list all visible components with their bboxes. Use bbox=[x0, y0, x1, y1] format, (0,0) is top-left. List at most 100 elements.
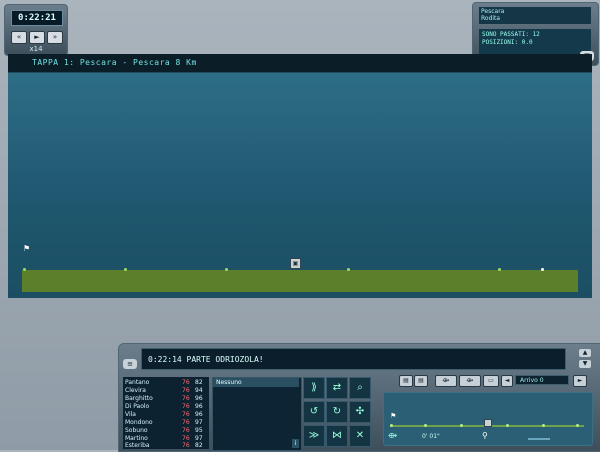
rider-value-a: 76 bbox=[182, 387, 190, 394]
rider-value-b: 82 bbox=[195, 379, 203, 386]
rider-name: Sobuno bbox=[125, 427, 148, 434]
rider-value-b: 95 bbox=[195, 427, 203, 434]
rider-name: Vila bbox=[125, 411, 136, 418]
bike-icon: ⟴ bbox=[388, 431, 398, 440]
rider-name: Di Paolo bbox=[125, 403, 150, 410]
pace-icon[interactable]: ≫ bbox=[303, 425, 325, 447]
info-message-line1: SONO PASSATI: 12 bbox=[482, 31, 540, 38]
mini-dot bbox=[506, 424, 509, 427]
race-clock: 0:22:21 bbox=[11, 10, 63, 26]
fast-forward-button[interactable]: » bbox=[47, 31, 63, 44]
rider-value-b: 94 bbox=[195, 387, 203, 394]
rider-value-a: 76 bbox=[182, 435, 190, 442]
location-box: Pescara Rodita bbox=[479, 7, 591, 24]
rider-name: Martino bbox=[125, 435, 148, 442]
map-button-a[interactable]: ▤ bbox=[399, 375, 413, 387]
team-selected[interactable]: Nessuno bbox=[213, 378, 299, 387]
location-sub: Rodita bbox=[481, 15, 501, 22]
rider-value-b: 97 bbox=[195, 419, 203, 426]
cyclist-icon: ⚲ bbox=[482, 431, 488, 440]
rider-name: Pantano bbox=[125, 379, 150, 386]
rewind-button[interactable]: « bbox=[11, 31, 27, 44]
road-dot bbox=[498, 268, 501, 271]
rider-value-a: 76 bbox=[182, 411, 190, 418]
info-icon[interactable]: i bbox=[292, 439, 299, 448]
list-item[interactable]: Martino 76 97 bbox=[125, 435, 207, 442]
chase-icon[interactable]: ⇄ bbox=[326, 377, 348, 399]
play-button[interactable]: ► bbox=[29, 31, 45, 44]
rotate-right-icon[interactable]: ↻ bbox=[326, 401, 348, 423]
command-console: ≡ 0:22:14 PARTE ODRIOZOLA! ▲ ▼ Pantano 7… bbox=[118, 343, 600, 452]
list-item[interactable]: Sobuno 76 95 bbox=[125, 427, 207, 434]
road-dot bbox=[225, 268, 228, 271]
rider-name: Barghitto bbox=[125, 395, 153, 402]
leader-dot bbox=[541, 268, 544, 271]
mini-dot bbox=[542, 424, 545, 427]
action-grid: ⟫ ⇄ ⌕ ↺ ↻ ✣ ≫ ⋈ ✕ bbox=[303, 377, 371, 449]
peloton-marker bbox=[484, 419, 492, 427]
rider-value-b: 96 bbox=[195, 395, 203, 402]
mini-time: 0' 01" bbox=[422, 433, 440, 440]
square-icon[interactable]: ▭ bbox=[483, 375, 499, 387]
mini-dot bbox=[424, 424, 427, 427]
rider-value-a: 76 bbox=[182, 419, 190, 426]
list-item[interactable]: Mondono 76 97 bbox=[125, 419, 207, 426]
stage-title: TAPPA 1: Pescara - Pescara 8 Km bbox=[32, 58, 197, 67]
list-item[interactable]: Barghitto 76 96 bbox=[125, 395, 207, 402]
mini-map[interactable]: ⚑ ⟴ 0' 01" ⚲ bbox=[383, 392, 593, 446]
road-dot bbox=[23, 268, 26, 271]
rider-value-a: 76 bbox=[182, 427, 190, 434]
rider-value-b: 97 bbox=[195, 435, 203, 442]
map-button-b[interactable]: ▤ bbox=[414, 375, 428, 387]
mini-dot bbox=[390, 424, 393, 427]
info-message-line2: POSIZIONI: 0.0 bbox=[482, 39, 533, 46]
map-panel: ▤ ▤ ⟴ ⟴ ▭ ◄ Arrivo 0 ► ⚑ ⟴ 0' 01" ⚲ bbox=[373, 371, 599, 449]
attack-icon[interactable]: ⟫ bbox=[303, 377, 325, 399]
mini-progress bbox=[528, 438, 550, 440]
peloton-marker[interactable]: ▣ bbox=[290, 258, 301, 269]
list-item[interactable]: Pantano 76 82 bbox=[125, 379, 207, 386]
list-item[interactable]: Di Paolo 76 96 bbox=[125, 403, 207, 410]
event-message: 0:22:14 PARTE ODRIOZOLA! bbox=[141, 348, 566, 370]
stage-header: TAPPA 1: Pescara - Pescara 8 Km bbox=[8, 54, 592, 73]
speed-label: x14 bbox=[29, 45, 43, 53]
start-flag-icon: ⚑ bbox=[390, 412, 397, 420]
scroll-up-icon[interactable]: ▲ bbox=[579, 349, 591, 357]
mini-dot bbox=[460, 424, 463, 427]
rider-value-a: 76 bbox=[182, 395, 190, 402]
bike-icon[interactable]: ⟴ bbox=[435, 375, 457, 387]
group-icon[interactable]: ⟴ bbox=[459, 375, 481, 387]
rider-value-b: 96 bbox=[195, 403, 203, 410]
road-dot bbox=[124, 268, 127, 271]
list-item[interactable]: Vila 76 96 bbox=[125, 411, 207, 418]
race-view: ⚑ ▣ bbox=[8, 73, 592, 298]
rider-value-a: 76 bbox=[182, 379, 190, 386]
start-flag-icon: ⚑ bbox=[23, 244, 31, 253]
location-name: Pescara bbox=[481, 8, 505, 15]
team-list[interactable]: Nessuno i bbox=[212, 377, 302, 451]
spread-icon[interactable]: ✣ bbox=[349, 401, 371, 423]
rider-value-b: 96 bbox=[195, 411, 203, 418]
cancel-icon[interactable]: ✕ bbox=[349, 425, 371, 447]
rider-value-a: 76 bbox=[182, 442, 190, 449]
rider-name: Esteriba bbox=[125, 442, 150, 449]
handshake-icon[interactable]: ⋈ bbox=[326, 425, 348, 447]
road-strip bbox=[22, 270, 578, 292]
rider-name: Mondono bbox=[125, 419, 153, 426]
list-item[interactable]: Esteriba 76 82 bbox=[125, 442, 207, 449]
clock-panel: 0:22:21 « ► » x14 bbox=[4, 4, 68, 56]
prev-arrow-icon[interactable]: ◄ bbox=[501, 375, 513, 387]
next-arrow-icon[interactable]: ► bbox=[573, 375, 587, 387]
search-icon[interactable]: ⌕ bbox=[349, 377, 371, 399]
console-toggle-icon[interactable]: ≡ bbox=[123, 359, 137, 369]
arrivo-field[interactable]: Arrivo 0 bbox=[515, 375, 569, 385]
rider-value-b: 82 bbox=[195, 442, 203, 449]
mini-dot bbox=[576, 424, 579, 427]
road-dot bbox=[347, 268, 350, 271]
rider-list: Pantano 76 82 Clevira 76 94 Barghitto 76… bbox=[123, 377, 209, 449]
rider-name: Clevira bbox=[125, 387, 146, 394]
scroll-down-icon[interactable]: ▼ bbox=[579, 360, 591, 368]
list-item[interactable]: Clevira 76 94 bbox=[125, 387, 207, 394]
rotate-left-icon[interactable]: ↺ bbox=[303, 401, 325, 423]
rider-value-a: 76 bbox=[182, 403, 190, 410]
